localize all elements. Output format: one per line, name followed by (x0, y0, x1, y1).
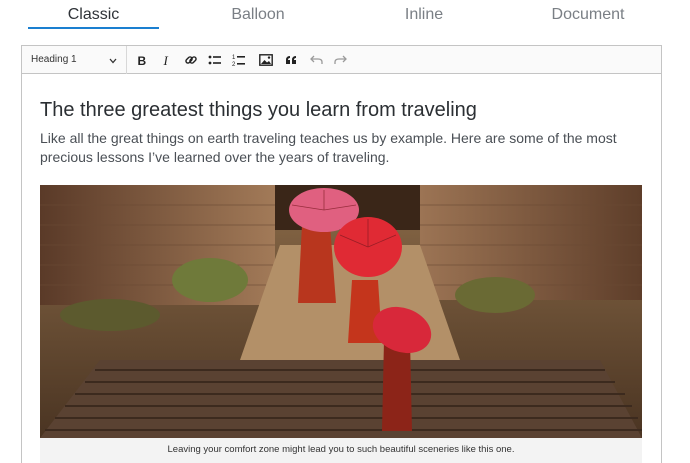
tab-classic[interactable]: Classic (28, 6, 159, 24)
blockquote-icon (285, 55, 298, 65)
monks-with-umbrellas-photo (40, 185, 642, 438)
chevron-down-icon (109, 56, 117, 67)
link-icon (184, 53, 198, 67)
svg-text:B: B (138, 54, 147, 66)
svg-text:2: 2 (232, 62, 236, 67)
article-intro: Like all the great things on earth trave… (40, 130, 617, 165)
bulleted-list-button[interactable] (205, 50, 225, 70)
editor-mode-tabs: Classic Balloon Inline Document (0, 0, 690, 32)
insert-image-button[interactable] (256, 50, 276, 70)
svg-text:1: 1 (232, 55, 236, 61)
bold-icon: B (136, 54, 148, 66)
numbered-list-button[interactable]: 12 (229, 50, 249, 70)
redo-icon (333, 55, 347, 65)
article-heading: The three greatest things you learn from… (40, 99, 477, 121)
editor-toolbar: Heading 1 B I 12 (22, 46, 661, 74)
bulleted-list-icon (208, 54, 222, 66)
rich-text-editor: Heading 1 B I 12 The three greatest thin… (21, 45, 662, 463)
tab-inline[interactable]: Inline (362, 6, 486, 24)
bold-button[interactable]: B (132, 50, 152, 70)
svg-text:I: I (163, 54, 169, 66)
undo-icon (309, 55, 323, 65)
image-caption-area[interactable]: Leaving your comfort zone might lead you… (40, 438, 642, 463)
editor-content[interactable]: The three greatest things you learn from… (22, 75, 661, 463)
italic-icon: I (161, 54, 173, 66)
italic-button[interactable]: I (157, 50, 177, 70)
article-image[interactable] (40, 185, 642, 438)
heading-dropdown[interactable]: Heading 1 (22, 46, 127, 74)
image-caption: Leaving your comfort zone might lead you… (167, 444, 515, 455)
link-button[interactable] (181, 50, 201, 70)
tab-document[interactable]: Document (526, 6, 650, 24)
redo-button[interactable] (330, 50, 350, 70)
heading-dropdown-value: Heading 1 (31, 54, 77, 65)
image-icon (259, 54, 273, 66)
tab-balloon[interactable]: Balloon (196, 6, 320, 24)
active-tab-indicator (28, 27, 159, 29)
undo-button[interactable] (306, 50, 326, 70)
numbered-list-icon: 12 (232, 53, 246, 67)
blockquote-button[interactable] (281, 50, 301, 70)
